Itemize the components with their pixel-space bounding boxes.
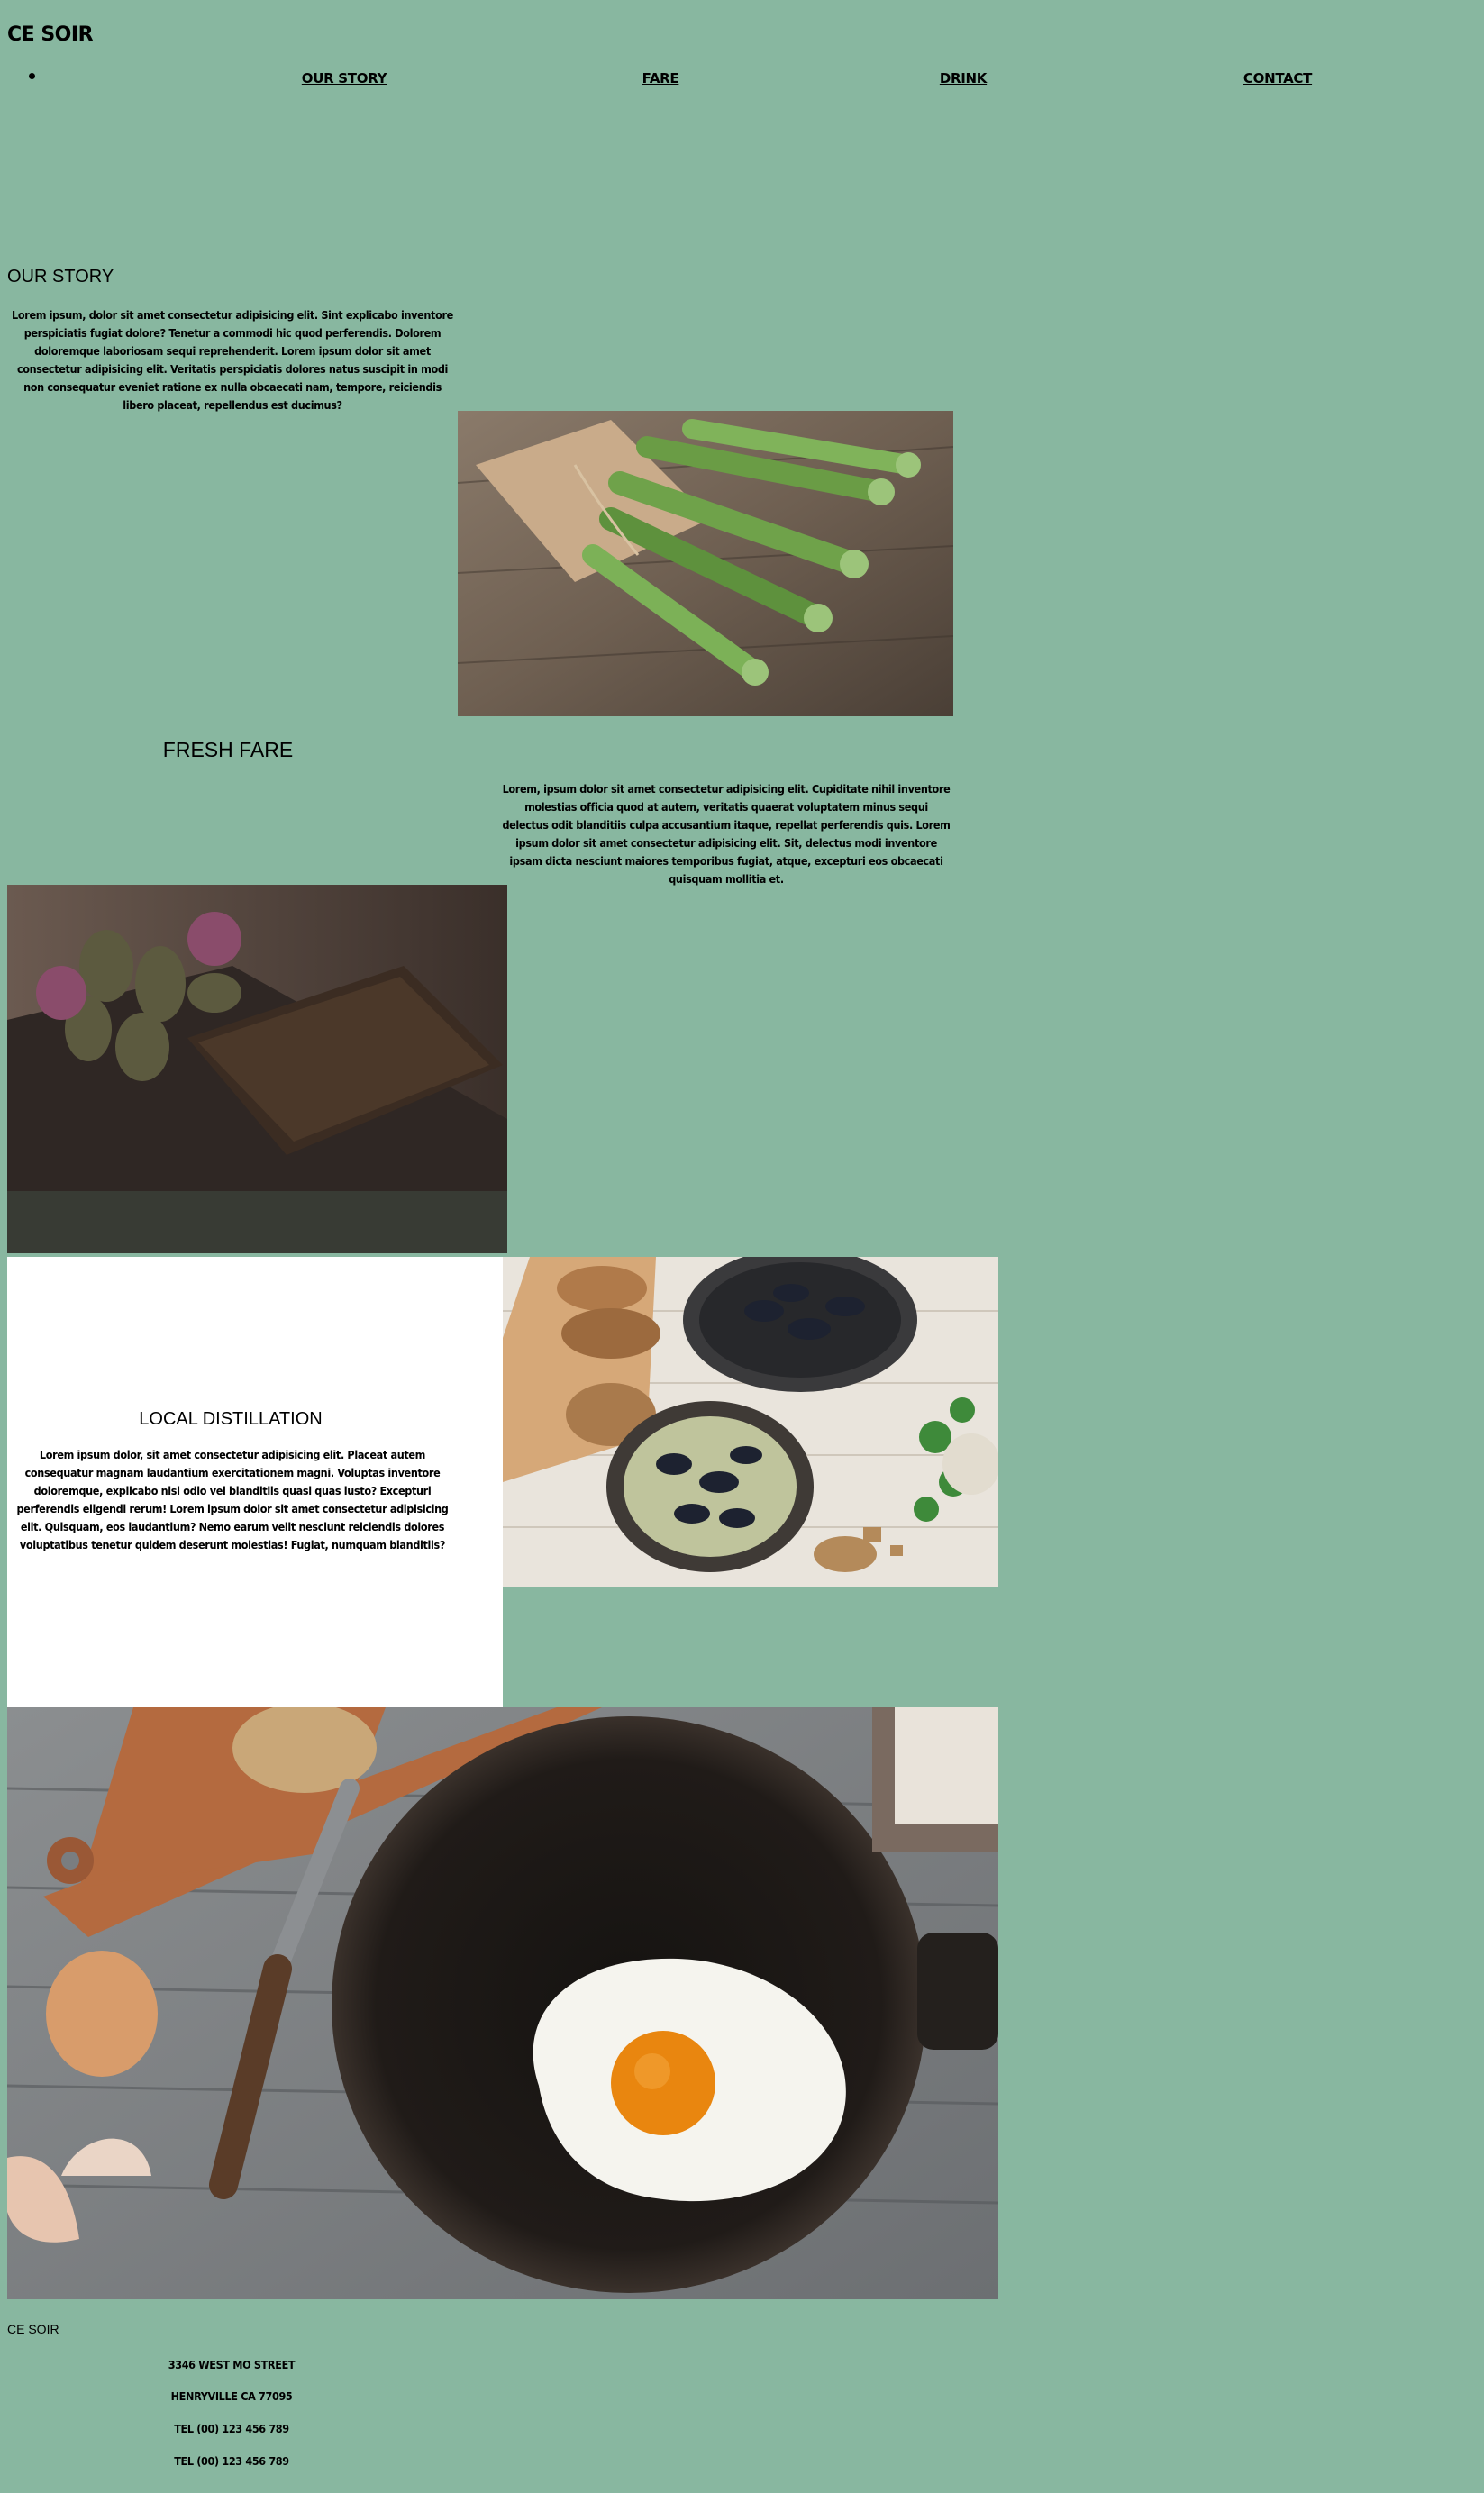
nav-link-contact[interactable]: CONTACT: [1243, 70, 1312, 86]
nav-link-fare[interactable]: FARE: [642, 70, 679, 86]
story-title: OUR STORY: [7, 267, 114, 287]
footer-phone-2: TEL (00) 123 456 789: [174, 2454, 289, 2468]
nav-link-our-story[interactable]: OUR STORY: [302, 70, 387, 86]
story-body: Lorem ipsum, dolor sit amet consectetur …: [12, 308, 453, 412]
site-brand: CE SOIR: [7, 23, 94, 46]
footer-brand: CE SOIR: [7, 2322, 59, 2336]
tea-photo: [7, 885, 507, 1253]
footer-address-city: HENRYVILLE CA 77095: [170, 2389, 293, 2403]
egg-pan-photo: [7, 1707, 998, 2299]
footer-address-street: 3346 WEST MO STREET: [168, 2358, 296, 2371]
asparagus-photo: [458, 411, 953, 716]
distillation-title: LOCAL DISTILLATION: [139, 1409, 323, 1429]
fare-title: FRESH FARE: [162, 738, 294, 761]
fare-body: Lorem, ipsum dolor sit amet consectetur …: [502, 782, 951, 886]
footer-phone-1: TEL (00) 123 456 789: [174, 2422, 289, 2435]
distillation-body: Lorem ipsum dolor, sit amet consectetur …: [16, 1448, 449, 1551]
nav-bullet: [29, 73, 35, 79]
nav-link-drink[interactable]: DRINK: [940, 70, 988, 86]
mussels-photo: [503, 1257, 998, 1587]
